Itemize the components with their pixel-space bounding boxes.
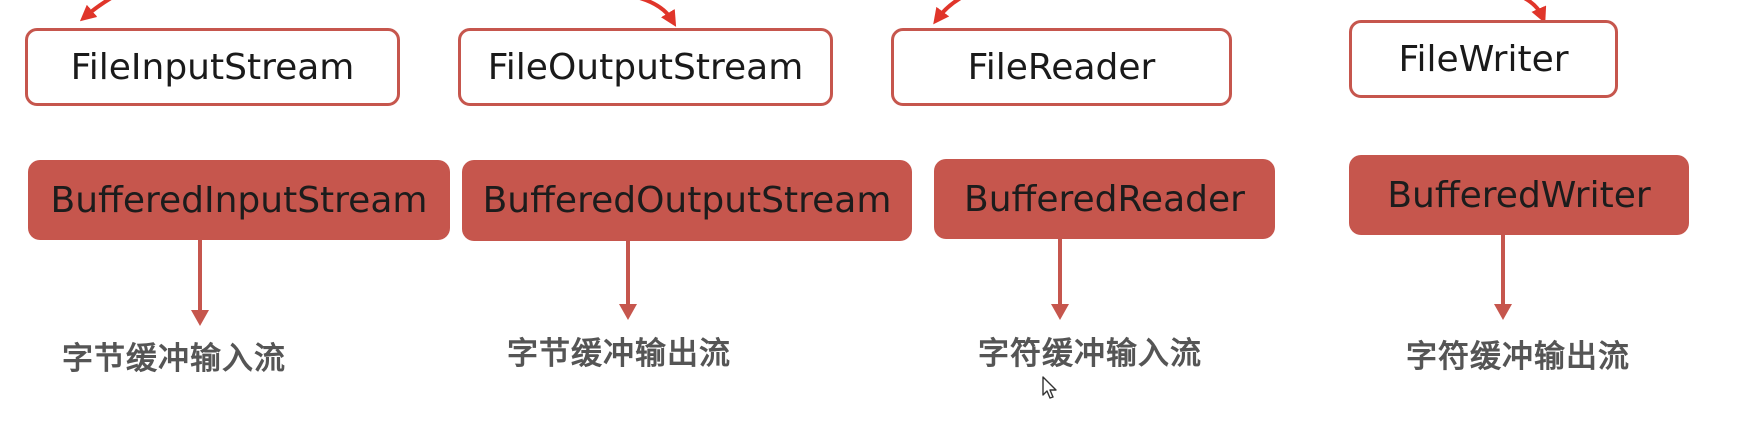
file-writer-box: FileWriter [1349,20,1618,98]
buffered-input-stream-box: BufferedInputStream [28,160,450,240]
down-arrow-4 [1494,235,1512,320]
file-output-stream-box: FileOutputStream [458,28,833,106]
buffered-writer-box: BufferedWriter [1349,155,1689,235]
caption-byte-buffered-output: 字节缓冲输出流 [507,336,731,372]
top-curve-arrow-4 [1523,0,1547,24]
down-arrow-3 [1051,239,1069,320]
down-arrow-2 [619,241,637,320]
caption-byte-buffered-input: 字节缓冲输入流 [62,341,286,377]
top-curve-arrow-2 [639,0,677,27]
top-curve-arrow-1 [79,0,112,22]
file-reader-box: FileReader [891,28,1232,106]
file-input-stream-box: FileInputStream [25,28,400,106]
caption-char-buffered-input: 字符缓冲输入流 [978,336,1202,372]
buffered-reader-box: BufferedReader [934,159,1275,239]
caption-char-buffered-output: 字符缓冲输出流 [1406,339,1630,375]
down-arrow-1 [191,240,209,326]
top-curve-arrow-3 [933,0,962,25]
io-stream-diagram: FileInputStream BufferedInputStream 字节缓冲… [0,0,1738,440]
buffered-output-stream-box: BufferedOutputStream [462,160,912,241]
mouse-pointer-icon [1042,376,1057,399]
